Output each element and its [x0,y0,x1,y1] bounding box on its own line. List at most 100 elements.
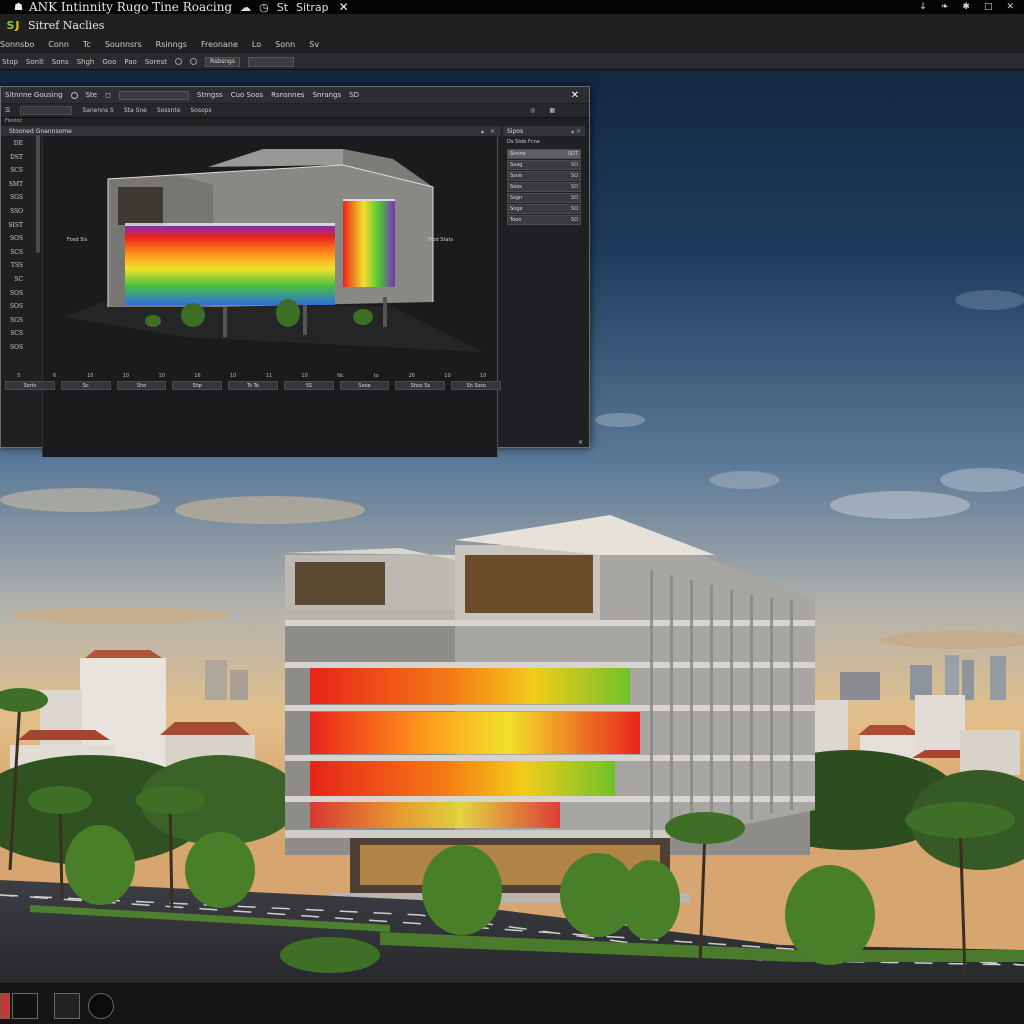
tree-item[interactable]: TSS [1,259,41,273]
window-title-item-3[interactable]: Rsnsnnes [271,91,304,99]
properties-header-label: Sipos [507,127,524,135]
close-icon[interactable]: ✕ [1006,2,1014,12]
toolbar-item-6[interactable]: Sorest [145,58,167,66]
window-close-icon[interactable]: ✕ [571,90,579,101]
toolbar-dropdown[interactable]: Rsbsngs [205,56,240,67]
bottom-control[interactable]: Ts To [228,381,278,390]
window-title-item-0[interactable]: Ste [86,91,98,99]
window-toolbar-item-1[interactable]: Sta Sne [124,107,147,114]
window-title-item-2[interactable]: Cuo Soos [231,91,264,99]
close-icon[interactable]: × [490,128,495,135]
tree-item[interactable]: SIST [1,219,41,233]
title-mid-text: St [276,0,289,14]
resize-icon[interactable]: ✕ [578,439,583,446]
toolbar-link-icon[interactable]: ☰ [5,107,10,114]
window-toolbar-input[interactable] [20,106,73,115]
menu-item-0[interactable]: Sonnsbo [0,40,34,49]
tree-item[interactable]: SMT [1,178,41,192]
taskbar-app-thumb[interactable] [54,993,80,1019]
taskbar-app-thumb[interactable] [88,993,114,1019]
bottom-control[interactable]: Sh Ssso [451,381,502,390]
bottom-control[interactable]: SS [283,381,334,390]
toolbar-item-2[interactable]: Sons [52,58,69,66]
tree-item[interactable]: SSO [1,205,41,219]
window-title-item-5[interactable]: SD [349,91,359,99]
download-icon[interactable]: ↓ [919,2,927,12]
radio-icon[interactable] [175,58,182,65]
menu-item-2[interactable]: Tc [83,40,91,49]
bottom-control[interactable]: Shp [172,381,223,390]
ruler-tick: to [373,373,379,379]
main-building [283,515,815,903]
clock-icon[interactable]: ◷ [259,1,269,14]
tree-scrollbar[interactable] [36,135,40,253]
menu-item-4[interactable]: Rsinngs [156,40,187,49]
tree-item[interactable]: SC [1,273,41,287]
tree-item[interactable]: SCS [1,246,41,260]
tree-item[interactable]: SGS [1,314,41,328]
tree-item[interactable]: SOS [1,232,41,246]
tree-item[interactable]: SGS [1,191,41,205]
property-value: SO [570,206,578,212]
property-row[interactable]: Snnne SOT [507,149,581,159]
ruler-tick: 5 [17,373,21,379]
taskbar-app-thumb[interactable] [12,993,38,1019]
settings-icon[interactable]: ✱ [962,2,970,12]
menu-item-6[interactable]: Lo [252,40,261,49]
bottom-control[interactable]: Sorts [5,381,55,390]
window-toolbar-item-0[interactable]: Sanenns S [82,107,113,114]
window-title-item-4[interactable]: Snrangs [313,91,342,99]
property-label: Soos [510,184,522,190]
radio-icon[interactable] [70,91,78,99]
bottom-control[interactable]: Sooe [339,381,390,390]
window-toolbar-item-2[interactable]: Sossnte [157,107,181,114]
tree-item[interactable]: DE [1,137,41,151]
3d-viewport[interactable]: Fosd Sis Frod Stats [42,137,498,457]
tree-item[interactable]: SCS [1,327,41,341]
pin-icon[interactable]: ▴ × [571,128,581,135]
property-row[interactable]: Soos SO [507,182,581,192]
toolbar-item-1[interactable]: Sonlt [26,58,44,66]
bottom-control[interactable]: Sc [60,381,111,390]
toolbar-item-5[interactable]: Pao [124,58,136,66]
home-icon[interactable]: ☗ [14,2,23,13]
expand-icon[interactable]: ◻ [105,91,111,99]
tree-item[interactable]: SCS [1,164,41,178]
property-row[interactable]: Soge SO [507,204,581,214]
property-row[interactable]: Tooo SO [507,215,581,225]
property-value: SOT [567,151,578,157]
twitter-icon[interactable]: ❧ [941,2,949,12]
bottom-control[interactable]: Sho [116,381,167,390]
taskbar-app-thumb[interactable] [0,993,10,1019]
tree-item[interactable]: DST [1,151,41,165]
menu-item-8[interactable]: Sv [309,40,319,49]
tree-item[interactable]: SOS [1,287,41,301]
menu-item-3[interactable]: Sounnsrs [105,40,142,49]
tree-item[interactable]: SOS [1,300,41,314]
radio-icon[interactable] [190,58,197,65]
menu-item-7[interactable]: Sonn [275,40,295,49]
window-title-item-1[interactable]: Stmgss [197,91,223,99]
property-row[interactable]: Ssgn SO [507,193,581,203]
property-value: SO [570,217,578,223]
property-row[interactable]: Soag SO [507,160,581,170]
toolbar-item-3[interactable]: Shgh [77,58,95,66]
toolbar-item-4[interactable]: Goo [102,58,116,66]
ruler-tick: 10 [480,373,487,379]
tree-item[interactable]: SOS [1,341,41,355]
toolbar-input[interactable] [247,56,294,67]
pin-icon[interactable]: ▴ [481,128,484,135]
bottom-control[interactable]: Shos Ss [395,381,446,390]
toolbar-item-0[interactable]: Stop [2,58,18,66]
property-row[interactable]: Ssne SO [507,171,581,181]
window-search-input[interactable] [118,90,189,100]
target-icon[interactable]: ◎ [530,107,535,114]
window-toolbar-item-3[interactable]: Sosops [190,107,211,114]
grid-icon[interactable]: ▦ [549,107,555,114]
close-tab-icon[interactable]: ✕ [339,0,349,14]
menu-item-1[interactable]: Conn [48,40,69,49]
menu-item-5[interactable]: Freonane [201,40,238,49]
property-value: SO [570,184,578,190]
window-icon[interactable]: □ [984,2,993,12]
cloud-icon[interactable]: ☁ [240,1,251,14]
